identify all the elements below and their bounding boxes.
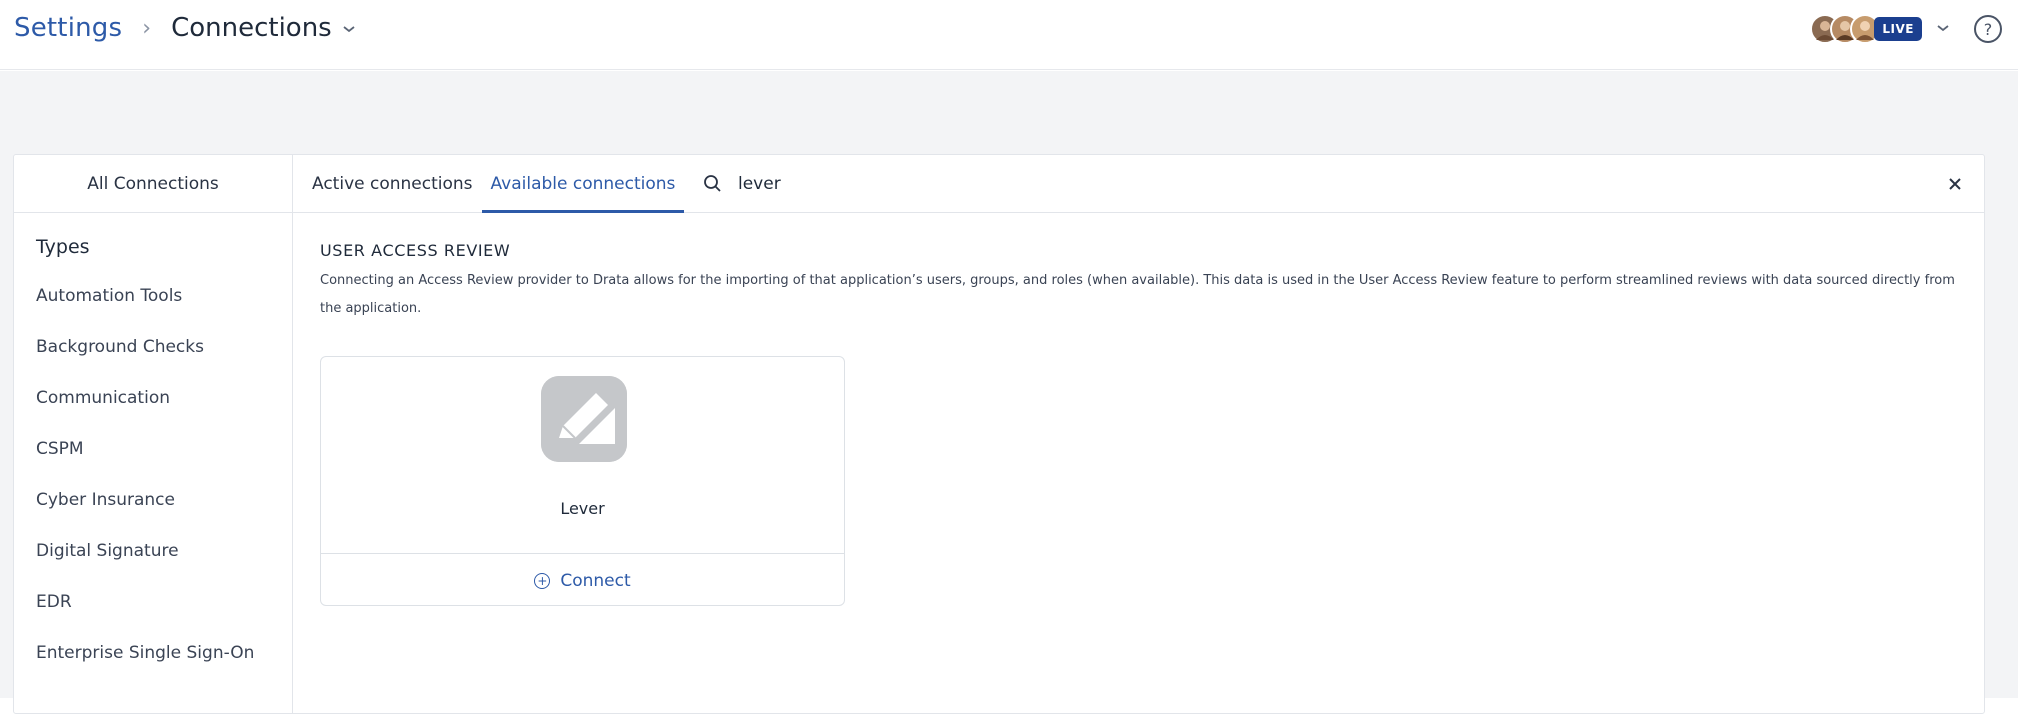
sidebar-item-digital-signature[interactable]: Digital Signature <box>36 541 179 561</box>
connection-tabs: Active connections Available connections <box>303 155 685 213</box>
all-connections-label[interactable]: All Connections <box>14 155 293 213</box>
tab-available-connections[interactable]: Available connections <box>481 155 685 213</box>
sidebar-item-automation-tools[interactable]: Automation Tools <box>36 286 182 306</box>
lever-logo-icon <box>541 376 627 462</box>
search-bar <box>702 155 1638 213</box>
sidebar-item-cyber-insurance[interactable]: Cyber Insurance <box>36 490 175 510</box>
sidebar-item-edr[interactable]: EDR <box>36 592 72 612</box>
breadcrumb: Settings › Connections <box>14 13 356 43</box>
live-badge: LIVE <box>1874 17 1922 41</box>
card-footer: + Connect <box>321 553 844 607</box>
tab-active-connections[interactable]: Active connections <box>303 155 482 213</box>
connect-button[interactable]: + Connect <box>534 570 631 591</box>
types-heading: Types <box>36 236 90 258</box>
plus-circle-icon: + <box>534 572 551 589</box>
search-icon <box>702 173 724 195</box>
sidebar-item-background-checks[interactable]: Background Checks <box>36 337 204 357</box>
breadcrumb-separator: › <box>142 15 152 41</box>
panel-header: All Connections Active connections Avail… <box>14 155 1984 213</box>
sidebar-item-communication[interactable]: Communication <box>36 388 170 408</box>
connections-panel: All Connections Active connections Avail… <box>13 154 1985 714</box>
sidebar-item-enterprise-sso[interactable]: Enterprise Single Sign-On <box>36 643 254 663</box>
breadcrumb-current[interactable]: Connections <box>171 13 332 43</box>
workspace-switcher[interactable]: LIVE ? <box>1810 14 2002 44</box>
card-title: Lever <box>560 499 605 518</box>
connection-card: Lever + Connect <box>320 356 845 606</box>
section-description: Connecting an Access Review provider to … <box>320 273 1955 316</box>
search-input[interactable] <box>738 174 1638 194</box>
chevron-down-icon[interactable] <box>342 19 356 38</box>
section-title: USER ACCESS REVIEW <box>320 241 511 260</box>
types-sidebar: Types Automation Tools Background Checks… <box>14 213 293 713</box>
breadcrumb-settings-link[interactable]: Settings <box>14 13 122 43</box>
help-icon[interactable]: ? <box>1974 15 2002 43</box>
avatar-group: LIVE <box>1810 14 1922 44</box>
top-bar: Settings › Connections LIVE ? <box>0 0 2018 70</box>
sidebar-item-cspm[interactable]: CSPM <box>36 439 84 459</box>
close-icon[interactable] <box>1942 171 1968 197</box>
connect-label: Connect <box>560 570 631 591</box>
chevron-down-icon[interactable] <box>1936 21 1950 37</box>
